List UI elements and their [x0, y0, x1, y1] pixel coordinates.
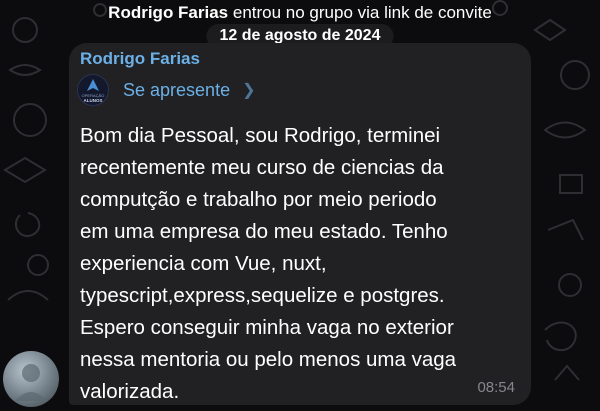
topic-reply-link[interactable]: OPERAÇÃO ALUNOS Se apresente ❯: [77, 74, 255, 106]
message-bubble[interactable]: Rodrigo Farias OPERAÇÃO ALUNOS Se aprese…: [69, 43, 531, 405]
join-notice-text: entrou no grupo via link de convite: [232, 3, 492, 22]
system-join-notice: Rodrigo Farias entrou no grupo via link …: [0, 1, 600, 25]
message-timestamp: 08:54: [477, 379, 515, 396]
message-text: Bom dia Pessoal, sou Rodrigo, terminei r…: [80, 124, 457, 403]
chevron-right-icon: ❯: [242, 82, 256, 99]
message-sender[interactable]: Rodrigo Farias: [80, 47, 200, 71]
svg-text:ALUNOS: ALUNOS: [84, 98, 103, 103]
topic-label: Se apresente: [123, 79, 231, 100]
operacao-alunos-logo-icon: OPERAÇÃO ALUNOS: [77, 74, 109, 106]
join-notice-user[interactable]: Rodrigo Farias: [108, 3, 228, 22]
user-avatar-icon[interactable]: [3, 351, 59, 407]
